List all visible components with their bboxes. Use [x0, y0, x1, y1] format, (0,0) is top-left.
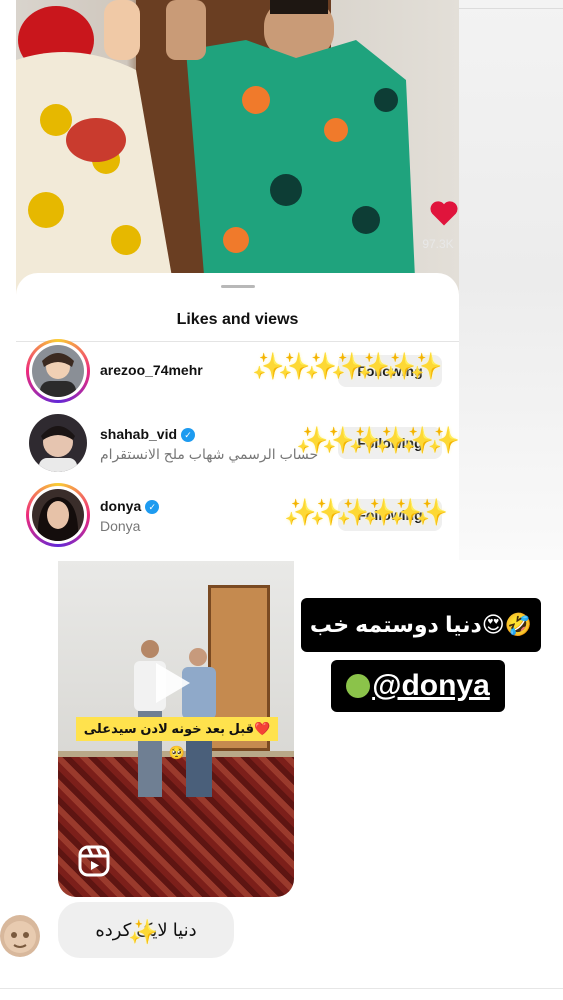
reel-caption: قبل بعد خونه لادن سیدعلی❤️🥺: [76, 717, 278, 760]
verified-icon: ✓: [181, 428, 196, 442]
likes-sheet: Likes and views arezoo_74mehr Following …: [16, 273, 460, 560]
sparkle-icon: ✨✨✨✨✨✨: [296, 425, 460, 455]
avatar[interactable]: [26, 483, 90, 547]
divider: [0, 988, 563, 989]
text-sticker: دنیا دوستمه خب😍🤣: [301, 598, 541, 652]
sparkle-icon: ✨✨✨✨✨✨: [284, 497, 448, 527]
shared-reel[interactable]: قبل بعد خونه لادن سیدعلی❤️🥺: [58, 561, 294, 897]
avatar[interactable]: [26, 411, 90, 475]
verified-icon: ✓: [145, 500, 160, 514]
video-person-right: [166, 0, 416, 300]
mention-icon: [346, 674, 371, 698]
sheet-title: Likes and views: [176, 311, 299, 328]
mention-sticker[interactable]: @donya: [331, 660, 505, 712]
story-video[interactable]: 97.3K: [16, 0, 459, 300]
username[interactable]: shahab_vid ✓: [100, 426, 196, 442]
sparkle-icon: ✨: [128, 919, 158, 946]
display-name: حساب الرسمي شهاب ملح الانستقرام: [100, 446, 319, 462]
like-count: 97.3K: [422, 237, 454, 251]
list-item[interactable]: arezoo_74mehr Following ✨✨✨✨✨✨✨: [16, 339, 459, 403]
list-item[interactable]: donya ✓ Donya Following ✨✨✨✨✨✨: [16, 483, 459, 547]
avatar[interactable]: [0, 915, 40, 957]
avatar[interactable]: [26, 339, 90, 403]
display-name: Donya: [100, 518, 141, 534]
list-item[interactable]: shahab_vid ✓ حساب الرسمي شهاب ملح الانستق…: [16, 411, 460, 475]
video-person-left: [16, 0, 176, 300]
divider: [459, 8, 563, 9]
right-background: [459, 0, 563, 560]
play-icon[interactable]: [156, 663, 190, 703]
reels-icon: [78, 845, 110, 877]
username[interactable]: arezoo_74mehr: [100, 362, 203, 378]
heart-icon[interactable]: [429, 199, 459, 227]
username[interactable]: donya ✓: [100, 498, 160, 514]
sparkle-icon: ✨✨✨✨✨✨✨: [252, 351, 443, 381]
drag-handle[interactable]: [221, 285, 255, 288]
